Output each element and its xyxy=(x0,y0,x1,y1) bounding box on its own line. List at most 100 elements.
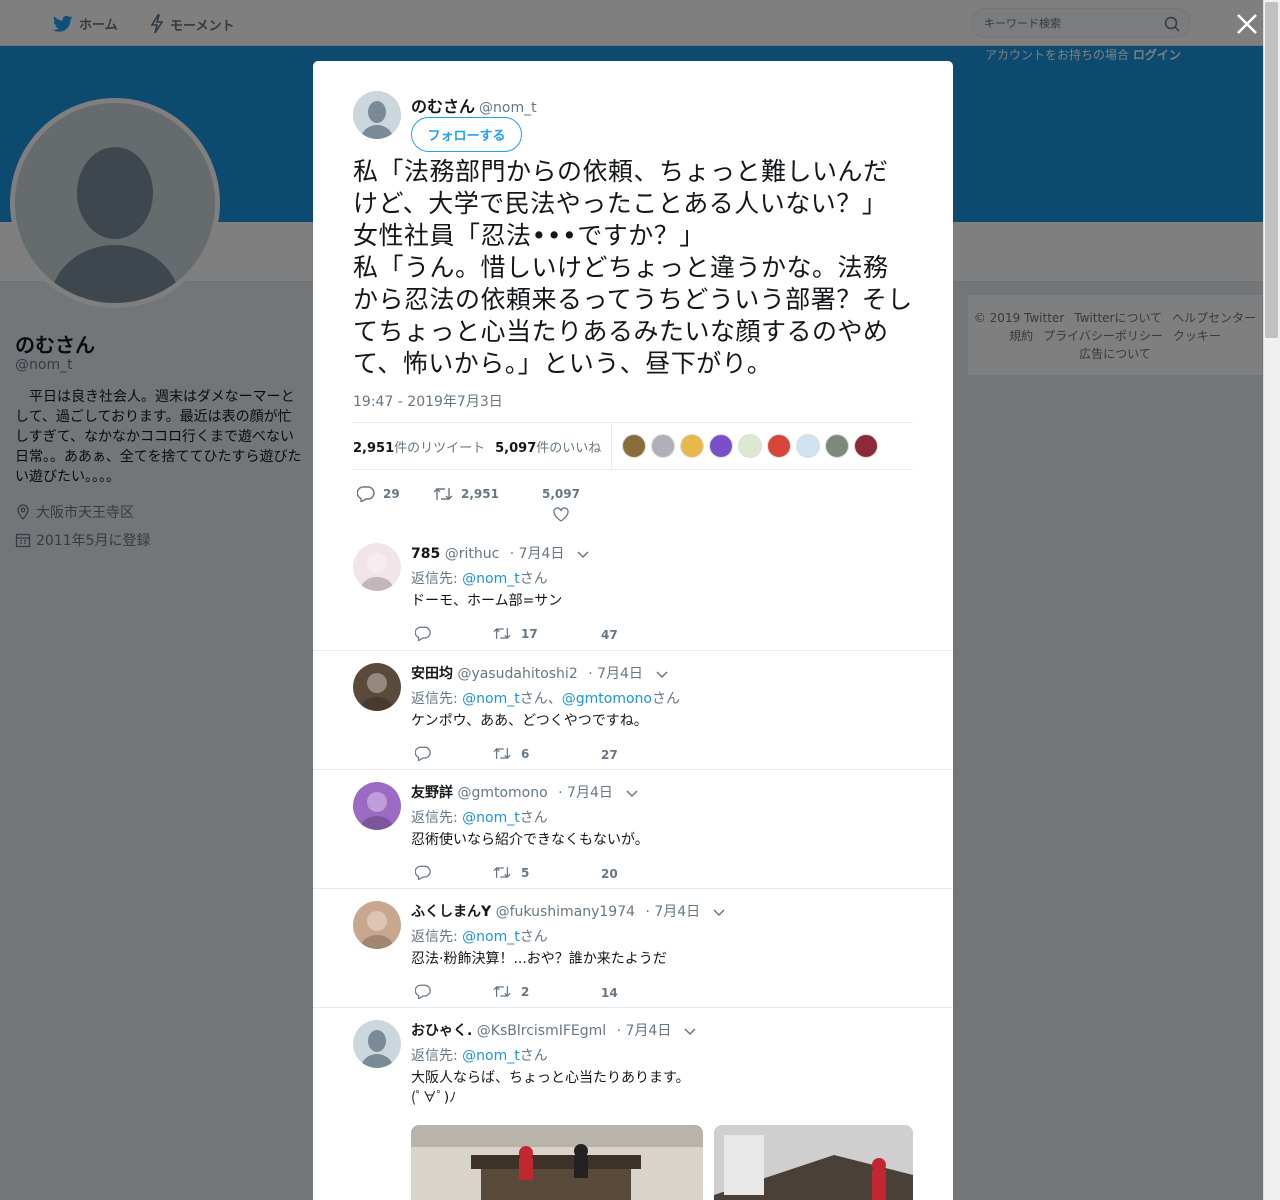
liker-avatar[interactable] xyxy=(825,434,850,458)
reply-retweet-count: 5 xyxy=(521,865,530,880)
retweet-stat-label: 件のリツイート xyxy=(394,440,486,456)
reply-reply-button[interactable] xyxy=(415,984,441,999)
liker-avatar[interactable] xyxy=(709,434,734,458)
like-button[interactable]: 5,097 xyxy=(542,487,580,522)
reply-to-user-link[interactable]: @nom_t xyxy=(462,810,520,826)
reply-author-name: 友野詳 xyxy=(411,785,453,801)
retweet-stat[interactable]: 2,951件のリツイート xyxy=(353,437,485,456)
reply-author-handle: @fukushimany1974 xyxy=(495,904,636,920)
reply-photo[interactable] xyxy=(714,1125,913,1200)
liker-avatar[interactable] xyxy=(651,434,676,458)
reply-to-suffix: さん xyxy=(519,810,548,826)
reply-header[interactable]: おひゃく. @KsBlrcismIFEgml · 7月4日 xyxy=(411,1020,671,1040)
reply-to: 返信先: @nom_tさん xyxy=(411,568,548,588)
reply-photos xyxy=(411,1125,913,1200)
reply-avatar[interactable] xyxy=(353,663,401,711)
retweet-icon xyxy=(493,628,511,639)
reply-like-count: 20 xyxy=(601,867,618,881)
reply-photo[interactable] xyxy=(411,1125,703,1200)
reply-to-user-link[interactable]: @nom_t xyxy=(462,1048,520,1064)
scrollbar-thumb[interactable] xyxy=(1265,2,1278,338)
reply-tweet[interactable]: 785 @rithuc · 7月4日 返信先: @nom_tさん ドーモ、ホーム… xyxy=(313,531,953,650)
reply-date[interactable]: · 7月4日 xyxy=(645,904,700,920)
reply-like-button[interactable]: 20 xyxy=(601,867,618,881)
reply-header[interactable]: ふくしまんY @fukushimany1974 · 7月4日 xyxy=(411,901,700,921)
reply-like-button[interactable]: 47 xyxy=(601,628,618,642)
reply-retweet-count: 2 xyxy=(521,984,530,999)
tweet-author-name: のむさん xyxy=(411,97,476,116)
reply-avatar[interactable] xyxy=(353,782,401,830)
reply-icon xyxy=(357,486,375,502)
retweet-stat-count: 2,951 xyxy=(353,440,395,456)
reply-avatar[interactable] xyxy=(353,901,401,949)
retweet-count: 2,951 xyxy=(461,487,499,501)
chevron-down-icon[interactable] xyxy=(576,549,590,559)
reply-author-name: 785 xyxy=(411,546,441,562)
liker-avatar[interactable] xyxy=(767,434,792,458)
tweet-text: 私「法務部門からの依頼、ちょっと難しいんだけど、大学で民法やったことある人いない… xyxy=(353,157,913,378)
default-avatar-icon xyxy=(353,1020,401,1068)
reply-author-name: ふくしまんY xyxy=(411,904,492,920)
reply-date[interactable]: · 7月4日 xyxy=(588,666,643,682)
tweet-author-avatar[interactable] xyxy=(353,91,401,139)
reply-to-user-link[interactable]: @nom_t xyxy=(462,929,520,945)
reply-to-prefix: 返信先: xyxy=(411,929,463,945)
reply-header[interactable]: 友野詳 @gmtomono · 7月4日 xyxy=(411,782,613,802)
reply-to-prefix: 返信先: xyxy=(411,691,463,707)
reply-author-handle: @rithuc xyxy=(444,546,500,562)
reply-retweet-button[interactable]: 5 xyxy=(493,865,529,880)
reply-avatar[interactable] xyxy=(353,543,401,591)
reply-header[interactable]: 785 @rithuc · 7月4日 xyxy=(411,543,564,563)
stats-divider xyxy=(611,422,613,470)
tweet-actions: 29 2,951 5,097 xyxy=(353,481,913,522)
reply-reply-button[interactable] xyxy=(415,626,441,641)
reply-to: 返信先: @nom_tさん xyxy=(411,807,548,827)
chevron-down-icon[interactable] xyxy=(625,788,639,798)
like-stat[interactable]: 5,097件のいいね xyxy=(495,437,601,456)
reply-tweet[interactable]: 安田均 @yasudahitoshi2 · 7月4日 返信先: @nom_tさん… xyxy=(313,650,953,769)
tweet-timestamp[interactable]: 19:47 - 2019年7月3日 xyxy=(353,391,503,411)
reply-retweet-button[interactable]: 2 xyxy=(493,984,529,999)
reply-header[interactable]: 安田均 @yasudahitoshi2 · 7月4日 xyxy=(411,663,643,683)
user-avatar-image xyxy=(353,663,401,711)
reply-to-suffix: さん xyxy=(519,929,548,945)
reply-to-user-link[interactable]: @gmtomono xyxy=(562,691,652,707)
tweet-author-handle: @nom_t xyxy=(479,100,537,116)
reply-like-button[interactable]: 14 xyxy=(601,986,618,1000)
reply-retweet-button[interactable]: 6 xyxy=(493,746,529,761)
liker-avatar[interactable] xyxy=(796,434,821,458)
liker-avatar[interactable] xyxy=(738,434,763,458)
reply-author-handle: @gmtomono xyxy=(457,785,548,801)
reply-to-user-link[interactable]: @nom_t xyxy=(462,691,520,707)
reply-tweet[interactable]: 友野詳 @gmtomono · 7月4日 返信先: @nom_tさん 忍術使いな… xyxy=(313,769,953,888)
reply-date[interactable]: · 7月4日 xyxy=(617,1023,672,1039)
reply-date[interactable]: · 7月4日 xyxy=(510,546,565,562)
tweet-stats: 2,951件のリツイート 5,097件のいいね xyxy=(353,422,913,470)
reply-retweet-count: 6 xyxy=(521,746,530,761)
reply-to-user-link[interactable]: @nom_t xyxy=(462,571,520,587)
reply-text: ドーモ、ホーム部=サン xyxy=(411,593,563,609)
heart-icon xyxy=(553,507,569,522)
chevron-down-icon[interactable] xyxy=(683,1026,697,1036)
reply-reply-button[interactable] xyxy=(415,746,441,761)
liker-avatar[interactable] xyxy=(622,434,647,458)
reply-like-button[interactable]: 27 xyxy=(601,748,618,762)
reply-button[interactable]: 29 xyxy=(357,486,400,502)
reply-reply-button[interactable] xyxy=(415,865,441,880)
liker-avatar[interactable] xyxy=(680,434,705,458)
retweet-icon xyxy=(493,867,511,878)
reply-tweet[interactable]: ふくしまんY @fukushimany1974 · 7月4日 返信先: @nom… xyxy=(313,888,953,1007)
liker-avatar[interactable] xyxy=(854,434,879,458)
reply-retweet-button[interactable]: 17 xyxy=(493,626,538,641)
chevron-down-icon[interactable] xyxy=(712,907,726,917)
reply-tweet[interactable]: おひゃく. @KsBlrcismIFEgml · 7月4日 返信先: @nom_… xyxy=(313,1007,953,1200)
reply-to-suffix: さん xyxy=(519,571,548,587)
chevron-down-icon[interactable] xyxy=(655,669,669,679)
retweet-button[interactable]: 2,951 xyxy=(433,486,499,502)
reply-date[interactable]: · 7月4日 xyxy=(558,785,613,801)
tweet-author[interactable]: のむさん @nom_t xyxy=(411,93,537,117)
close-icon[interactable] xyxy=(1233,10,1261,38)
follow-button[interactable]: フォローする xyxy=(411,117,522,152)
reply-avatar[interactable] xyxy=(353,1020,401,1068)
reply-to: 返信先: @nom_tさん、@gmtomonoさん xyxy=(411,688,680,708)
